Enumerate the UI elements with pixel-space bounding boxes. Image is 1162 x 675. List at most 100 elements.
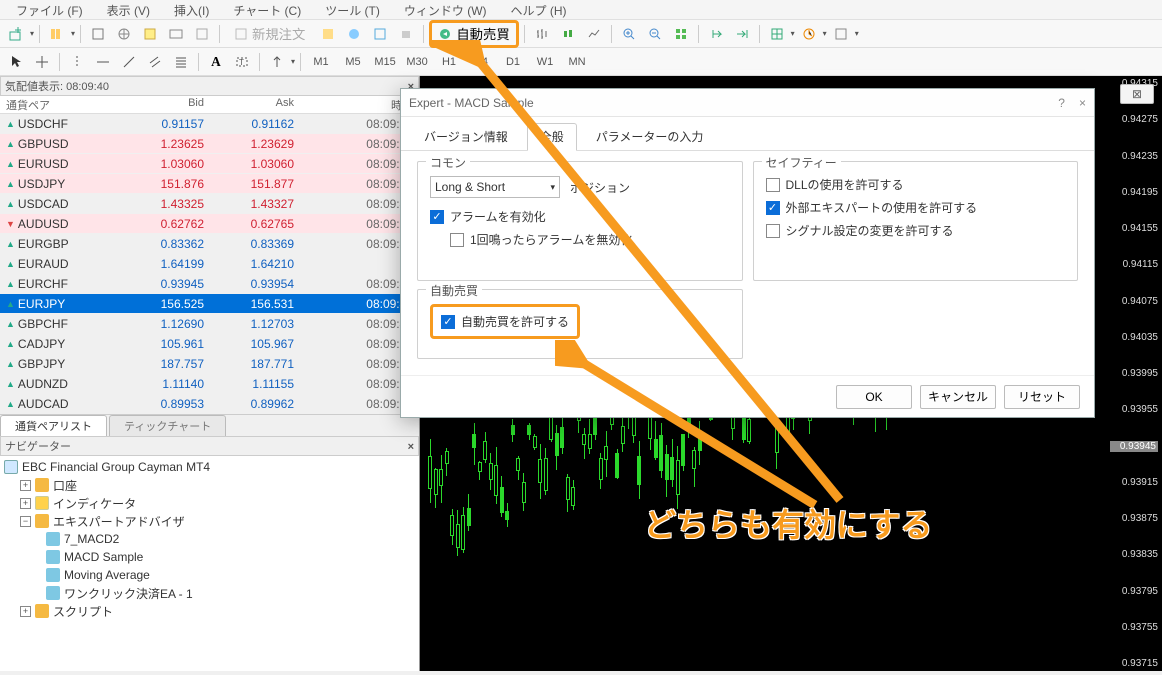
tab-tick-chart[interactable]: ティックチャート	[109, 415, 226, 436]
terminal-icon[interactable]	[164, 23, 188, 45]
text-label-icon[interactable]: T	[230, 51, 254, 73]
nav-ea-item[interactable]: MACD Sample	[2, 548, 417, 566]
dropdown-icon[interactable]: ▾	[823, 29, 827, 38]
market-watch-row[interactable]: ▲GBPUSD1.236251.2362908:09:39	[0, 134, 419, 154]
menu-tools[interactable]: ツール (T)	[313, 2, 392, 17]
tf-m15[interactable]: M15	[370, 51, 400, 73]
nav-ea-item[interactable]: 7_MACD2	[2, 530, 417, 548]
fullscreen-icon[interactable]	[368, 23, 392, 45]
menu-chart[interactable]: チャート (C)	[221, 2, 313, 17]
autoscroll-icon[interactable]	[730, 23, 754, 45]
tf-mn[interactable]: MN	[562, 51, 592, 73]
enable-alarm-checkbox[interactable]: ✓アラームを有効化	[430, 208, 730, 225]
market-watch-row[interactable]: ▲GBPJPY187.757187.77108:09:38	[0, 354, 419, 374]
tf-d1[interactable]: D1	[498, 51, 528, 73]
periods-icon[interactable]	[797, 23, 821, 45]
options-icon[interactable]	[342, 23, 366, 45]
dialog-titlebar[interactable]: Expert - MACD Sample ? ×	[401, 89, 1094, 117]
close-icon[interactable]: ×	[408, 437, 414, 455]
menu-help[interactable]: ヘルプ (H)	[499, 2, 579, 17]
indicators-icon[interactable]	[765, 23, 789, 45]
nav-icon[interactable]	[112, 23, 136, 45]
shift-icon[interactable]	[704, 23, 728, 45]
tf-w1[interactable]: W1	[530, 51, 560, 73]
window-close-icon[interactable]: ⊠	[1120, 84, 1154, 104]
zoom-in-icon[interactable]	[617, 23, 641, 45]
market-watch-row[interactable]: ▲USDCHF0.911570.9116208:09:26	[0, 114, 419, 134]
auto-trade-button[interactable]: 自動売買	[429, 20, 518, 48]
profiles-icon[interactable]	[45, 23, 69, 45]
hline-icon[interactable]	[91, 51, 115, 73]
tile-icon[interactable]	[669, 23, 693, 45]
tf-m5[interactable]: M5	[338, 51, 368, 73]
allow-signal-checkbox[interactable]: シグナル設定の変更を許可する	[766, 222, 1066, 239]
reset-button[interactable]: リセット	[1004, 385, 1080, 409]
menu-window[interactable]: ウィンドウ (W)	[392, 2, 499, 17]
tab-general[interactable]: 全般	[527, 123, 577, 151]
bar-chart-icon[interactable]	[530, 23, 554, 45]
market-watch-row[interactable]: ▼AUDUSD0.627620.6276508:09:34	[0, 214, 419, 234]
nav-ea-item[interactable]: ワンクリック決済EA - 1	[2, 584, 417, 602]
help-icon[interactable]: ?	[1058, 96, 1065, 110]
channel-icon[interactable]	[143, 51, 167, 73]
tf-m1[interactable]: M1	[306, 51, 336, 73]
dropdown-icon[interactable]: ▾	[791, 29, 795, 38]
text-icon[interactable]: A	[204, 51, 228, 73]
market-watch-row[interactable]: ▲USDCAD1.433251.4332708:09:40	[0, 194, 419, 214]
fibo-icon[interactable]	[169, 51, 193, 73]
dropdown-icon[interactable]: ▾	[71, 29, 75, 38]
market-watch-row[interactable]: ▲EURJPY156.525156.53108:09:40	[0, 294, 419, 314]
market-watch-row[interactable]: ▲EURAUD1.641991.64210	[0, 254, 419, 274]
nav-root[interactable]: EBC Financial Group Cayman MT4	[2, 458, 417, 476]
crosshair-icon[interactable]	[30, 51, 54, 73]
nav-ea-item[interactable]: Moving Average	[2, 566, 417, 584]
arrow-icon[interactable]	[265, 51, 289, 73]
market-watch-row[interactable]: ▲EURCHF0.939450.9395408:09:40	[0, 274, 419, 294]
strategy-tester-icon[interactable]	[190, 23, 214, 45]
nav-script[interactable]: +スクリプト	[2, 602, 417, 620]
dropdown-icon[interactable]: ▾	[30, 29, 34, 38]
vline-icon[interactable]	[65, 51, 89, 73]
tf-m30[interactable]: M30	[402, 51, 432, 73]
menu-view[interactable]: 表示 (V)	[95, 2, 162, 17]
menu-file[interactable]: ファイル (F)	[4, 2, 95, 17]
close-icon[interactable]: ×	[1079, 96, 1086, 110]
cancel-button[interactable]: キャンセル	[920, 385, 996, 409]
data-window-icon[interactable]	[138, 23, 162, 45]
new-order-button[interactable]: 新規注文	[225, 23, 314, 45]
nav-account[interactable]: +口座	[2, 476, 417, 494]
tab-version[interactable]: バージョン情報	[411, 123, 521, 150]
line-chart-icon[interactable]	[582, 23, 606, 45]
zoom-out-icon[interactable]	[643, 23, 667, 45]
nav-ea[interactable]: −エキスパートアドバイザ	[2, 512, 417, 530]
menu-insert[interactable]: 挿入(I)	[162, 2, 221, 17]
market-watch-icon[interactable]	[86, 23, 110, 45]
tf-h1[interactable]: H1	[434, 51, 464, 73]
market-watch-row[interactable]: ▲USDJPY151.876151.87708:09:38	[0, 174, 419, 194]
tf-h4[interactable]: H4	[466, 51, 496, 73]
market-watch-row[interactable]: ▲EURGBP0.833620.8336908:09:40	[0, 234, 419, 254]
tab-symbol-list[interactable]: 通貨ペアリスト	[0, 415, 107, 436]
market-watch-row[interactable]: ▲GBPCHF1.126901.1270308:09:40	[0, 314, 419, 334]
metaeditor-icon[interactable]	[316, 23, 340, 45]
position-dropdown[interactable]: Long & Short▾	[430, 176, 560, 198]
cursor-icon[interactable]	[4, 51, 28, 73]
print-icon[interactable]	[394, 23, 418, 45]
ok-button[interactable]: OK	[836, 385, 912, 409]
allow-extern-expert-checkbox[interactable]: ✓外部エキスパートの使用を許可する	[766, 199, 1066, 216]
dropdown-icon[interactable]: ▾	[855, 29, 859, 38]
tab-params[interactable]: パラメーターの入力	[583, 123, 717, 150]
disable-alarm-checkbox[interactable]: 1回鳴ったらアラームを無効化	[430, 231, 730, 248]
dropdown-icon[interactable]: ▾	[291, 57, 295, 66]
market-watch-row[interactable]: ▲CADJPY105.961105.96708:09:39	[0, 334, 419, 354]
new-chart-icon[interactable]	[4, 23, 28, 45]
candle-chart-icon[interactable]	[556, 23, 580, 45]
market-watch-row[interactable]: ▲EURUSD1.030601.0306008:09:02	[0, 154, 419, 174]
market-watch-row[interactable]: ▲AUDNZD1.111401.1115508:09:34	[0, 374, 419, 394]
allow-autotrade-checkbox[interactable]: ✓自動売買を許可する	[441, 313, 569, 330]
templates-icon[interactable]	[829, 23, 853, 45]
nav-indicator[interactable]: +インディケータ	[2, 494, 417, 512]
trendline-icon[interactable]	[117, 51, 141, 73]
market-watch-row[interactable]: ▲AUDCAD0.899530.8996208:09:31	[0, 394, 419, 414]
allow-dll-checkbox[interactable]: DLLの使用を許可する	[766, 176, 1066, 193]
